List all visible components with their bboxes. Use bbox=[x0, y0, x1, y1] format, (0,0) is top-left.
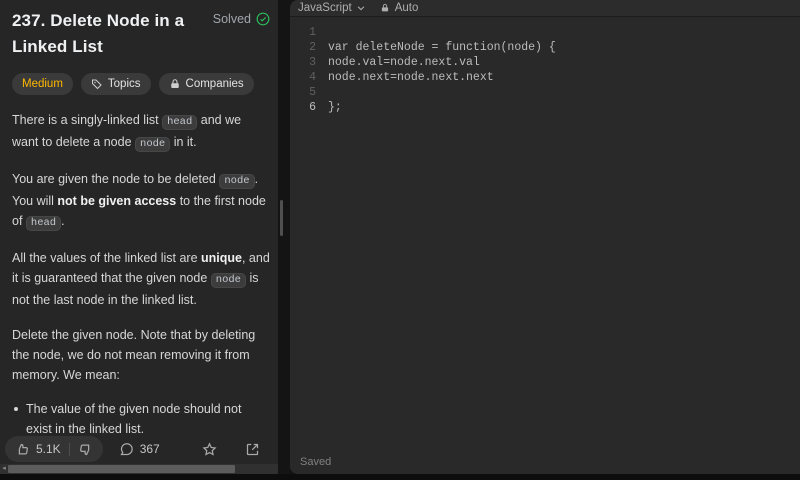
lock-icon bbox=[381, 4, 388, 12]
code-editor[interactable]: 1 2 var deleteNode = function(node) { 3 nod… bbox=[290, 17, 800, 115]
comments-button[interactable]: 367 bbox=[119, 442, 160, 457]
code-text: node.val=node.next.val bbox=[328, 56, 480, 69]
code-line: 1 bbox=[290, 25, 800, 40]
problem-statement: There is a singly-linked list head and w… bbox=[12, 110, 270, 385]
description-scroll-area[interactable]: 237. Delete Node in a Linked List Solved… bbox=[12, 8, 270, 434]
requirements-list: The value of the given node should not e… bbox=[12, 399, 270, 434]
page-title: 237. Delete Node in a Linked List bbox=[12, 11, 185, 57]
editor-header: JavaScript Auto bbox=[290, 0, 800, 17]
editor-pane: JavaScript Auto 1 2 var deleteNode = func… bbox=[290, 0, 800, 474]
inline-code: node bbox=[210, 272, 246, 288]
thumbs-up-icon bbox=[18, 443, 28, 454]
solved-label: Solved bbox=[212, 12, 251, 26]
vote-group: 5.1K bbox=[5, 436, 103, 462]
paragraph: Delete the given node. Note that by dele… bbox=[12, 327, 256, 382]
share-button[interactable] bbox=[245, 442, 260, 457]
thumbs-down-icon bbox=[79, 444, 89, 455]
auto-mode-control[interactable]: Auto bbox=[380, 2, 419, 14]
solved-check-icon bbox=[256, 12, 270, 26]
inline-code: node bbox=[219, 173, 255, 189]
star-icon bbox=[202, 441, 217, 456]
paragraph: There is a singly-linked list head and w… bbox=[12, 112, 242, 152]
language-label: JavaScript bbox=[298, 2, 352, 14]
chevron-down-icon bbox=[357, 6, 364, 11]
save-status: Saved bbox=[300, 456, 332, 468]
code-text: var deleteNode = function(node) { bbox=[328, 41, 556, 54]
inline-code: head bbox=[25, 215, 62, 231]
lock-icon bbox=[170, 78, 179, 88]
scroll-left-arrow[interactable]: ◂ bbox=[0, 464, 8, 474]
list-item: The value of the given node should not e… bbox=[12, 399, 270, 434]
leetcode-problem-page: 237. Delete Node in a Linked List Solved… bbox=[0, 0, 800, 480]
code-line: 2 var deleteNode = function(node) { bbox=[290, 40, 800, 55]
line-number: 6 bbox=[309, 101, 316, 114]
inline-code: head bbox=[162, 114, 198, 130]
code-line: 3 node.val=node.next.val bbox=[290, 55, 800, 70]
horizontal-scrollbar-thumb[interactable] bbox=[8, 465, 235, 473]
comment-icon bbox=[120, 442, 133, 455]
comment-count: 367 bbox=[139, 442, 160, 456]
line-number: 2 bbox=[309, 41, 316, 54]
code-text: node.next=node.next.next bbox=[328, 71, 494, 84]
language-selector[interactable]: JavaScript bbox=[298, 2, 366, 14]
code-line: 6}; bbox=[290, 100, 800, 115]
code-text: }; bbox=[328, 101, 342, 114]
line-number: 5 bbox=[309, 86, 316, 99]
tag-pills: Medium Topics Companies bbox=[12, 72, 270, 95]
difficulty-badge[interactable]: Medium bbox=[12, 72, 73, 95]
feedback-toolbar: 5.1K 367 bbox=[0, 434, 278, 464]
dislike-button[interactable] bbox=[78, 442, 93, 457]
favorite-button[interactable] bbox=[202, 441, 217, 457]
share-icon bbox=[246, 443, 258, 455]
status-badge: Solved bbox=[213, 12, 270, 26]
vertical-scrollbar-thumb[interactable] bbox=[280, 200, 283, 236]
companies-button[interactable]: Companies bbox=[158, 72, 254, 95]
inline-code: node bbox=[135, 136, 171, 152]
topics-label: Topics bbox=[107, 77, 141, 90]
paragraph: All the values of the linked list are un… bbox=[12, 250, 270, 307]
like-count: 5.1K bbox=[36, 442, 61, 456]
auto-label: Auto bbox=[394, 2, 419, 14]
line-number: 4 bbox=[309, 71, 316, 84]
like-button[interactable]: 5.1K bbox=[15, 442, 61, 457]
paragraph: You are given the node to be deleted nod… bbox=[12, 171, 266, 231]
window-bottom-edge bbox=[0, 474, 800, 480]
line-number: 3 bbox=[309, 56, 316, 69]
code-line: 5 bbox=[290, 85, 800, 100]
companies-label: Companies bbox=[185, 77, 244, 90]
tag-icon bbox=[91, 79, 102, 89]
code-line: 4 node.next=node.next.next bbox=[290, 70, 800, 85]
horizontal-scrollbar[interactable]: ◂ ▸ bbox=[0, 464, 278, 474]
vote-separator bbox=[68, 442, 70, 456]
line-number: 1 bbox=[309, 26, 316, 39]
description-pane: 237. Delete Node in a Linked List Solved… bbox=[0, 0, 278, 474]
topics-button[interactable]: Topics bbox=[80, 72, 151, 95]
